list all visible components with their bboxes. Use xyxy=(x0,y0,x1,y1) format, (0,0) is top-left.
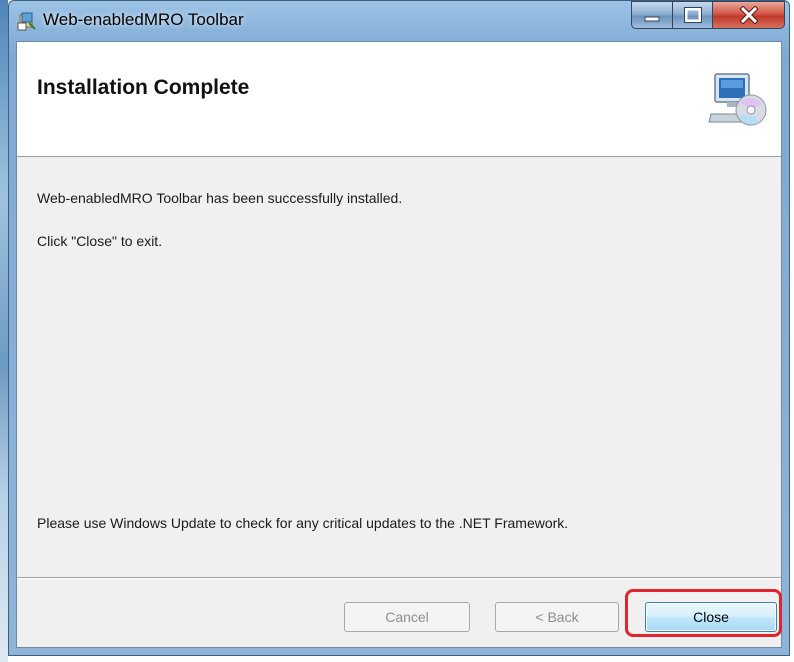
header-banner: Installation Complete xyxy=(17,42,781,157)
minimize-icon xyxy=(644,16,660,22)
installer-icon xyxy=(17,11,37,31)
dialog-client-area: Installation Complete Web-enabledMRO Too… xyxy=(16,41,782,648)
desktop-background xyxy=(0,0,8,662)
footer-divider xyxy=(17,577,781,579)
caption-buttons xyxy=(631,1,785,29)
maximize-button[interactable] xyxy=(673,1,713,29)
window-close-button[interactable] xyxy=(713,1,785,29)
success-message: Web-enabledMRO Toolbar has been successf… xyxy=(37,190,403,206)
page-title: Installation Complete xyxy=(37,76,250,99)
close-button[interactable]: Close xyxy=(645,602,777,632)
close-instruction: Click "Close" to exit. xyxy=(37,233,163,249)
maximize-icon xyxy=(683,7,702,23)
minimize-button[interactable] xyxy=(631,1,673,29)
cancel-button[interactable]: Cancel xyxy=(344,602,470,632)
back-button[interactable]: < Back xyxy=(495,602,619,632)
dotnet-update-note: Please use Windows Update to check for a… xyxy=(37,515,569,531)
title-bar[interactable]: Web-enabledMRO Toolbar xyxy=(9,1,789,41)
close-icon xyxy=(738,6,759,24)
computer-cd-icon xyxy=(707,70,767,130)
window-title: Web-enabledMRO Toolbar xyxy=(43,10,244,29)
installer-window: Web-enabledMRO Toolbar Installation Comp… xyxy=(8,0,790,656)
